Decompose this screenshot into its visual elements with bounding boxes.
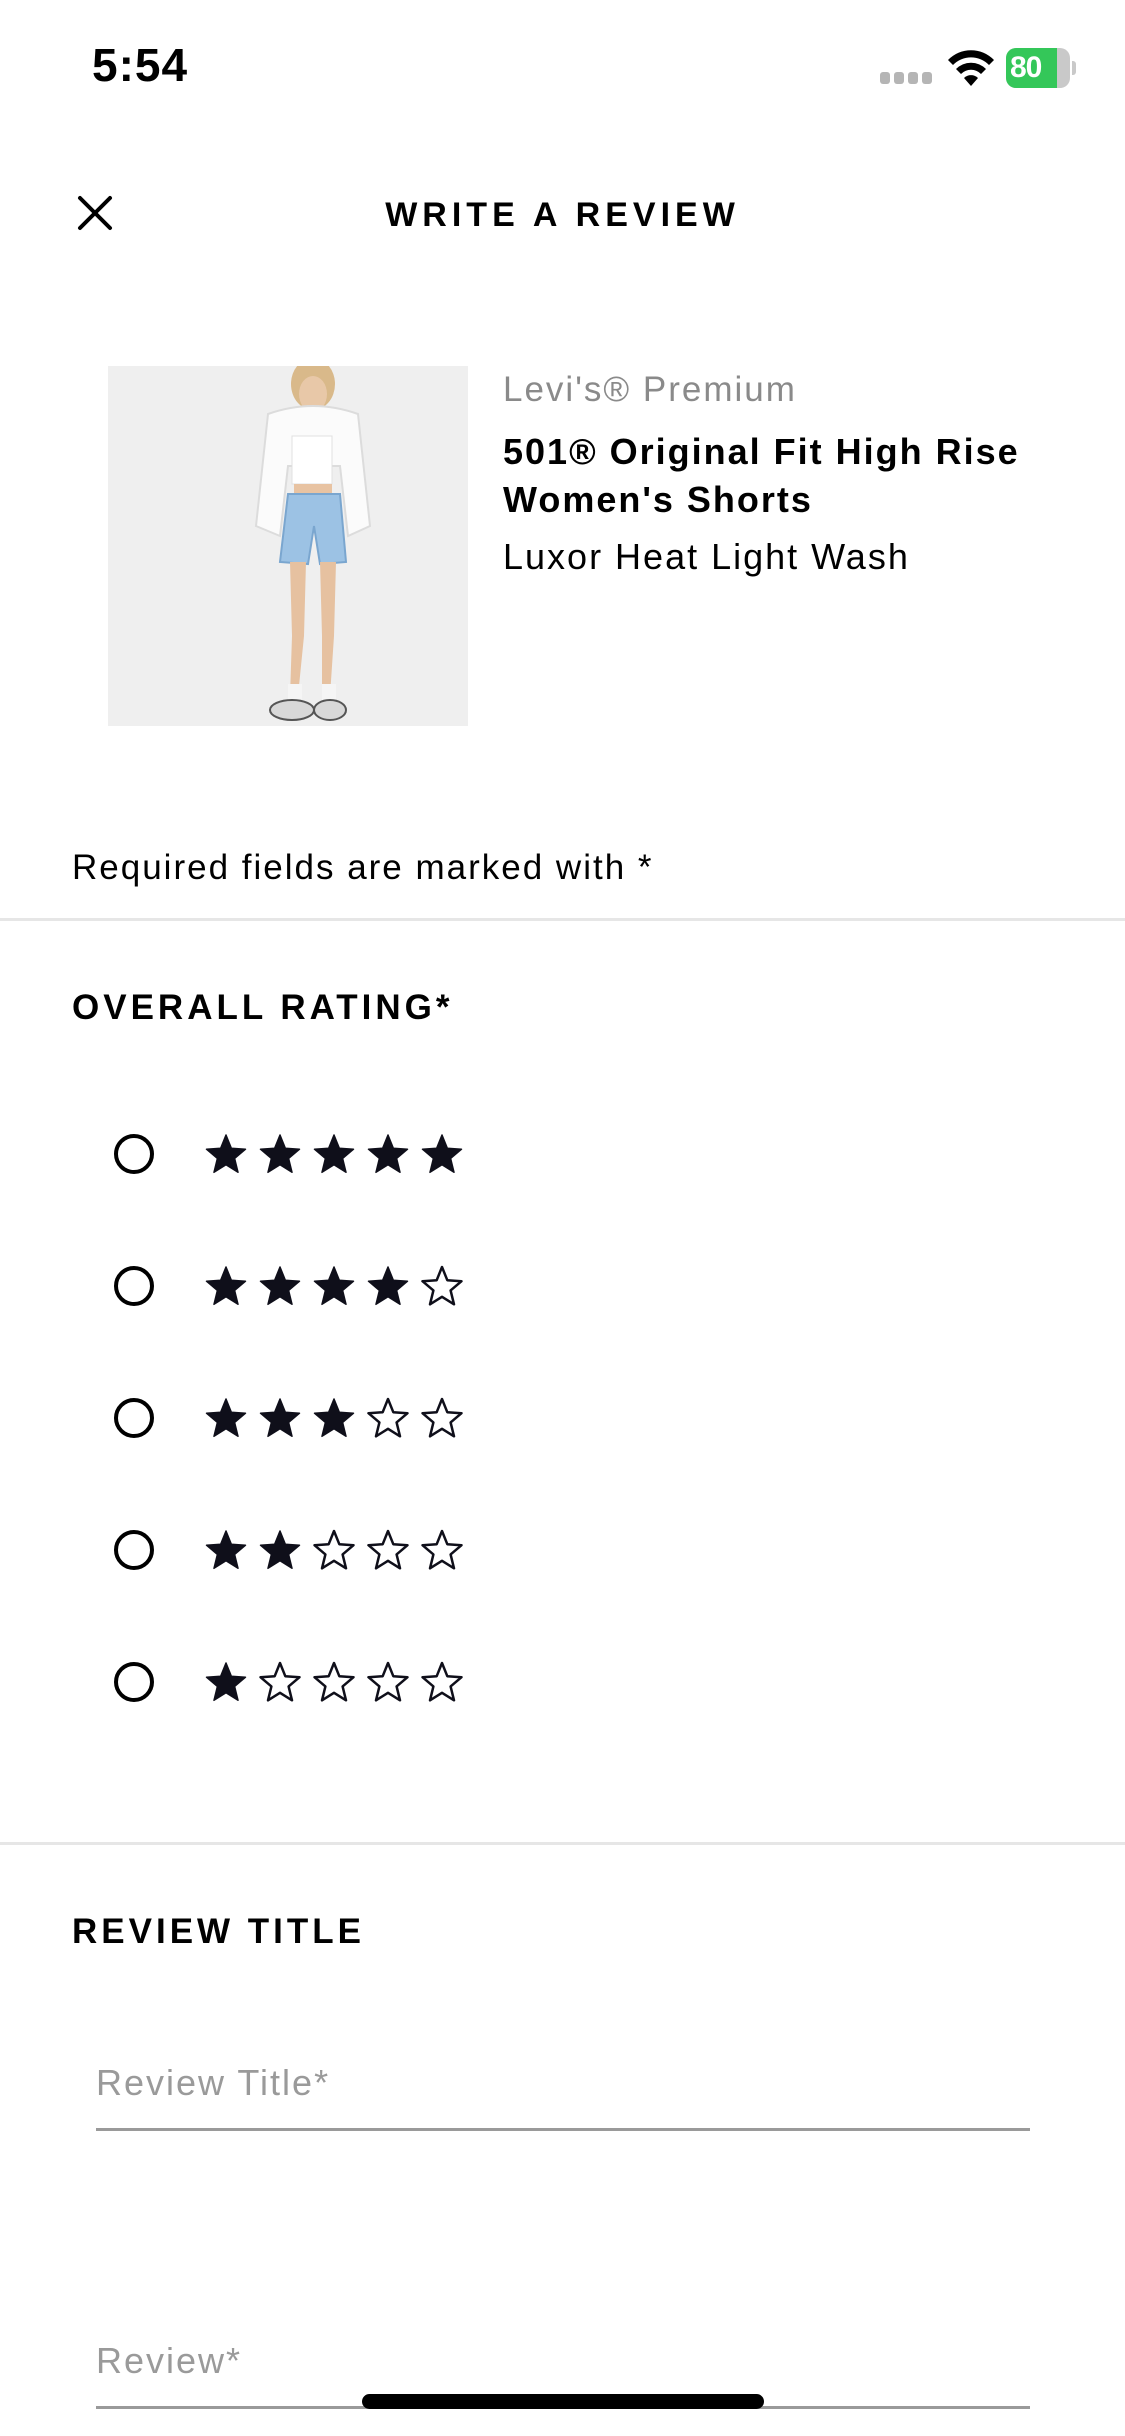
review-title-field[interactable]	[96, 2062, 1030, 2131]
status-time: 5:54	[92, 39, 189, 91]
product-color: Luxor Heat Light Wash	[503, 536, 910, 577]
review-title-input[interactable]	[96, 2062, 1030, 2131]
rating-option-5-stars[interactable]	[108, 1120, 508, 1200]
star-outline-icon	[313, 1661, 355, 1702]
star-filled-icon	[421, 1134, 463, 1174]
battery-level: 80	[1010, 51, 1042, 84]
divider	[0, 1842, 1125, 1845]
star-filled-icon	[259, 1266, 301, 1306]
star-filled-icon	[205, 1266, 247, 1306]
cellular-signal-icon	[880, 72, 934, 86]
radio-button[interactable]	[114, 1266, 154, 1306]
star-outline-icon	[421, 1661, 463, 1702]
star-outline-icon	[259, 1661, 301, 1702]
radio-button[interactable]	[114, 1530, 154, 1570]
star-filled-icon	[259, 1398, 301, 1438]
radio-button[interactable]	[114, 1662, 154, 1702]
star-filled-icon	[313, 1266, 355, 1306]
review-title-heading: REVIEW TITLE	[72, 1912, 365, 1951]
divider	[0, 918, 1125, 921]
star-filled-icon	[205, 1398, 247, 1438]
star-filled-icon	[367, 1266, 409, 1306]
star-outline-icon	[421, 1265, 463, 1306]
star-outline-icon	[367, 1397, 409, 1438]
rating-option-3-stars[interactable]	[108, 1384, 508, 1464]
star-filled-icon	[259, 1530, 301, 1570]
star-filled-icon	[205, 1134, 247, 1174]
star-outline-icon	[421, 1397, 463, 1438]
star-filled-icon	[205, 1530, 247, 1570]
star-filled-icon	[313, 1398, 355, 1438]
star-outline-icon	[421, 1529, 463, 1570]
wifi-icon	[948, 50, 994, 86]
star-filled-icon	[259, 1134, 301, 1174]
required-fields-note: Required fields are marked with *	[72, 848, 654, 887]
star-outline-icon	[313, 1529, 355, 1570]
product-name: 501® Original Fit High Rise Women's Shor…	[503, 431, 1020, 520]
product-image	[108, 366, 468, 726]
rating-option-2-stars[interactable]	[108, 1516, 508, 1596]
battery-icon: 80	[1006, 48, 1076, 88]
page-title: WRITE A REVIEW	[385, 196, 740, 234]
product-brand: Levi's® Premium	[503, 370, 797, 409]
rating-option-1-star[interactable]	[108, 1648, 508, 1728]
star-filled-icon	[205, 1662, 247, 1702]
rating-option-4-stars[interactable]	[108, 1252, 508, 1332]
star-filled-icon	[367, 1134, 409, 1174]
star-outline-icon	[367, 1529, 409, 1570]
home-indicator	[362, 2394, 764, 2409]
radio-button[interactable]	[114, 1398, 154, 1438]
star-outline-icon	[367, 1661, 409, 1702]
star-filled-icon	[313, 1134, 355, 1174]
radio-button[interactable]	[114, 1134, 154, 1174]
overall-rating-title: OVERALL RATING*	[72, 988, 454, 1027]
